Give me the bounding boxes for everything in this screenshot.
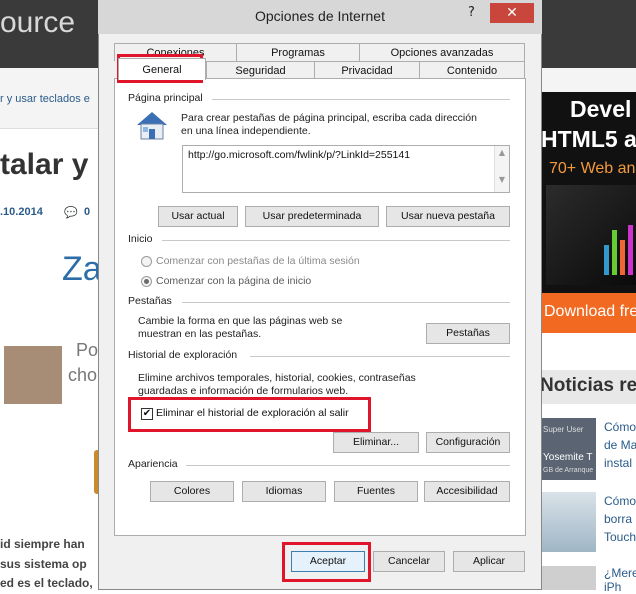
delete-button[interactable]: Eliminar... bbox=[333, 432, 419, 453]
scroll-down-icon[interactable]: ▼ bbox=[495, 175, 509, 184]
news-item-2-line-1: Cómo bbox=[604, 494, 636, 508]
comment-count[interactable]: 0 bbox=[84, 206, 90, 218]
cancel-button[interactable]: Cancelar bbox=[373, 551, 445, 572]
article-intro-2: cho bbox=[68, 365, 98, 385]
startup-home-page-label: Comenzar con la página de inicio bbox=[156, 275, 312, 287]
ad-image bbox=[546, 185, 636, 285]
close-button[interactable]: ✕ bbox=[490, 3, 534, 23]
history-section-divider bbox=[250, 356, 510, 357]
tab-contenido[interactable]: Contenido bbox=[419, 61, 525, 79]
tabs-section-label: Pestañas bbox=[128, 295, 172, 307]
startup-home-page-radio[interactable] bbox=[141, 276, 152, 287]
news-item-1-line-1: Cómo bbox=[604, 420, 636, 434]
body-text-1: id siempre han bbox=[0, 537, 85, 551]
ad-line-3: 70+ Web an bbox=[549, 160, 636, 177]
news-thumb-1-text-1: Super User bbox=[543, 425, 584, 434]
home-icon bbox=[135, 110, 169, 140]
colors-button[interactable]: Colores bbox=[150, 481, 234, 502]
comment-icon: 💬 bbox=[64, 206, 78, 219]
tabs-button[interactable]: Pestañas bbox=[426, 323, 510, 344]
news-item-3-line-2: iPh bbox=[604, 580, 622, 594]
use-current-button[interactable]: Usar actual bbox=[158, 206, 238, 227]
tab-programas[interactable]: Programas bbox=[236, 43, 360, 61]
startup-last-session-radio[interactable] bbox=[141, 256, 152, 267]
languages-button[interactable]: Idiomas bbox=[242, 481, 326, 502]
tabs-description-2: muestran en las pestañas. bbox=[138, 328, 262, 340]
appearance-section-divider bbox=[186, 465, 510, 466]
author-avatar bbox=[4, 346, 62, 404]
startup-last-session-label: Comenzar con pestañas de la última sesió… bbox=[156, 255, 360, 267]
help-button[interactable]: ? bbox=[468, 5, 475, 20]
use-default-button[interactable]: Usar predeterminada bbox=[245, 206, 379, 227]
tab-opciones-avanzadas[interactable]: Opciones avanzadas bbox=[359, 43, 525, 61]
home-url-text: http://go.microsoft.com/fwlink/p/?LinkId… bbox=[188, 149, 411, 161]
use-new-tab-button[interactable]: Usar nueva pestaña bbox=[386, 206, 510, 227]
news-item-2[interactable]: Cómo borra Touch bbox=[604, 492, 636, 546]
ok-button-highlight bbox=[282, 542, 371, 582]
apply-button[interactable]: Aplicar bbox=[453, 551, 525, 572]
history-description-2: guardadas e información de formularios w… bbox=[138, 385, 349, 397]
article-headline: talar y bbox=[0, 148, 89, 181]
tab-privacidad[interactable]: Privacidad bbox=[314, 61, 420, 79]
home-section-label: Página principal bbox=[128, 92, 203, 104]
news-item-1-line-3: instal bbox=[604, 456, 633, 470]
body-text-3: ed es el teclado, bbox=[0, 576, 93, 590]
news-item-1[interactable]: Cómo de Ma instal bbox=[604, 418, 636, 472]
history-section-label: Historial de exploración bbox=[128, 349, 238, 361]
ad-line-2: HTML5 a bbox=[541, 126, 636, 152]
startup-section-label: Inicio bbox=[128, 233, 153, 245]
breadcrumb[interactable]: r y usar teclados e bbox=[0, 93, 90, 105]
scroll-up-icon[interactable]: ▲ bbox=[495, 148, 509, 157]
body-text-2: sus sistema op bbox=[0, 557, 87, 571]
history-description-1: Elimine archivos temporales, historial, … bbox=[138, 372, 416, 384]
home-section-divider bbox=[212, 99, 510, 100]
news-thumb-1-text-3: GB de Arranque bbox=[543, 467, 594, 474]
accessibility-button[interactable]: Accesibilidad bbox=[424, 481, 510, 502]
tabs-section-divider bbox=[182, 302, 510, 303]
news-item-2-line-2: borra bbox=[604, 512, 633, 526]
news-thumb-2[interactable] bbox=[541, 492, 596, 552]
article-subheading: Za bbox=[62, 250, 102, 288]
tabs-description-1: Cambie la forma en que las páginas web s… bbox=[138, 315, 343, 327]
news-item-2-line-3: Touch bbox=[604, 530, 636, 544]
fonts-button[interactable]: Fuentes bbox=[334, 481, 418, 502]
ad-line-1: Devel bbox=[570, 96, 632, 122]
news-title: Noticias re bbox=[540, 375, 636, 396]
tab-general[interactable]: General bbox=[118, 58, 206, 80]
home-description-2: en una línea independiente. bbox=[181, 125, 311, 137]
news-item-1-line-2: de Ma bbox=[604, 438, 636, 452]
startup-section-divider bbox=[162, 240, 510, 241]
appearance-section-label: Apariencia bbox=[128, 458, 178, 470]
news-item-3-line-1: ¿Mere bbox=[604, 566, 636, 580]
home-url-scrollbar[interactable]: ▲ ▼ bbox=[494, 146, 509, 192]
home-description-1: Para crear pestañas de página principal,… bbox=[181, 112, 477, 124]
news-thumb-3[interactable] bbox=[541, 566, 596, 590]
article-date: .10.2014 bbox=[0, 206, 43, 218]
site-logo: ource bbox=[0, 6, 76, 39]
dialog-title: Opciones de Internet bbox=[255, 8, 385, 24]
article-intro-1: Po bbox=[76, 340, 99, 360]
tab-seguridad[interactable]: Seguridad bbox=[206, 61, 315, 79]
ad-button-label: Download fre bbox=[544, 303, 636, 320]
history-settings-button[interactable]: Configuración bbox=[426, 432, 510, 453]
news-thumb-1-text-2: Yosemite T bbox=[543, 452, 593, 463]
checkbox-highlight bbox=[128, 397, 371, 432]
